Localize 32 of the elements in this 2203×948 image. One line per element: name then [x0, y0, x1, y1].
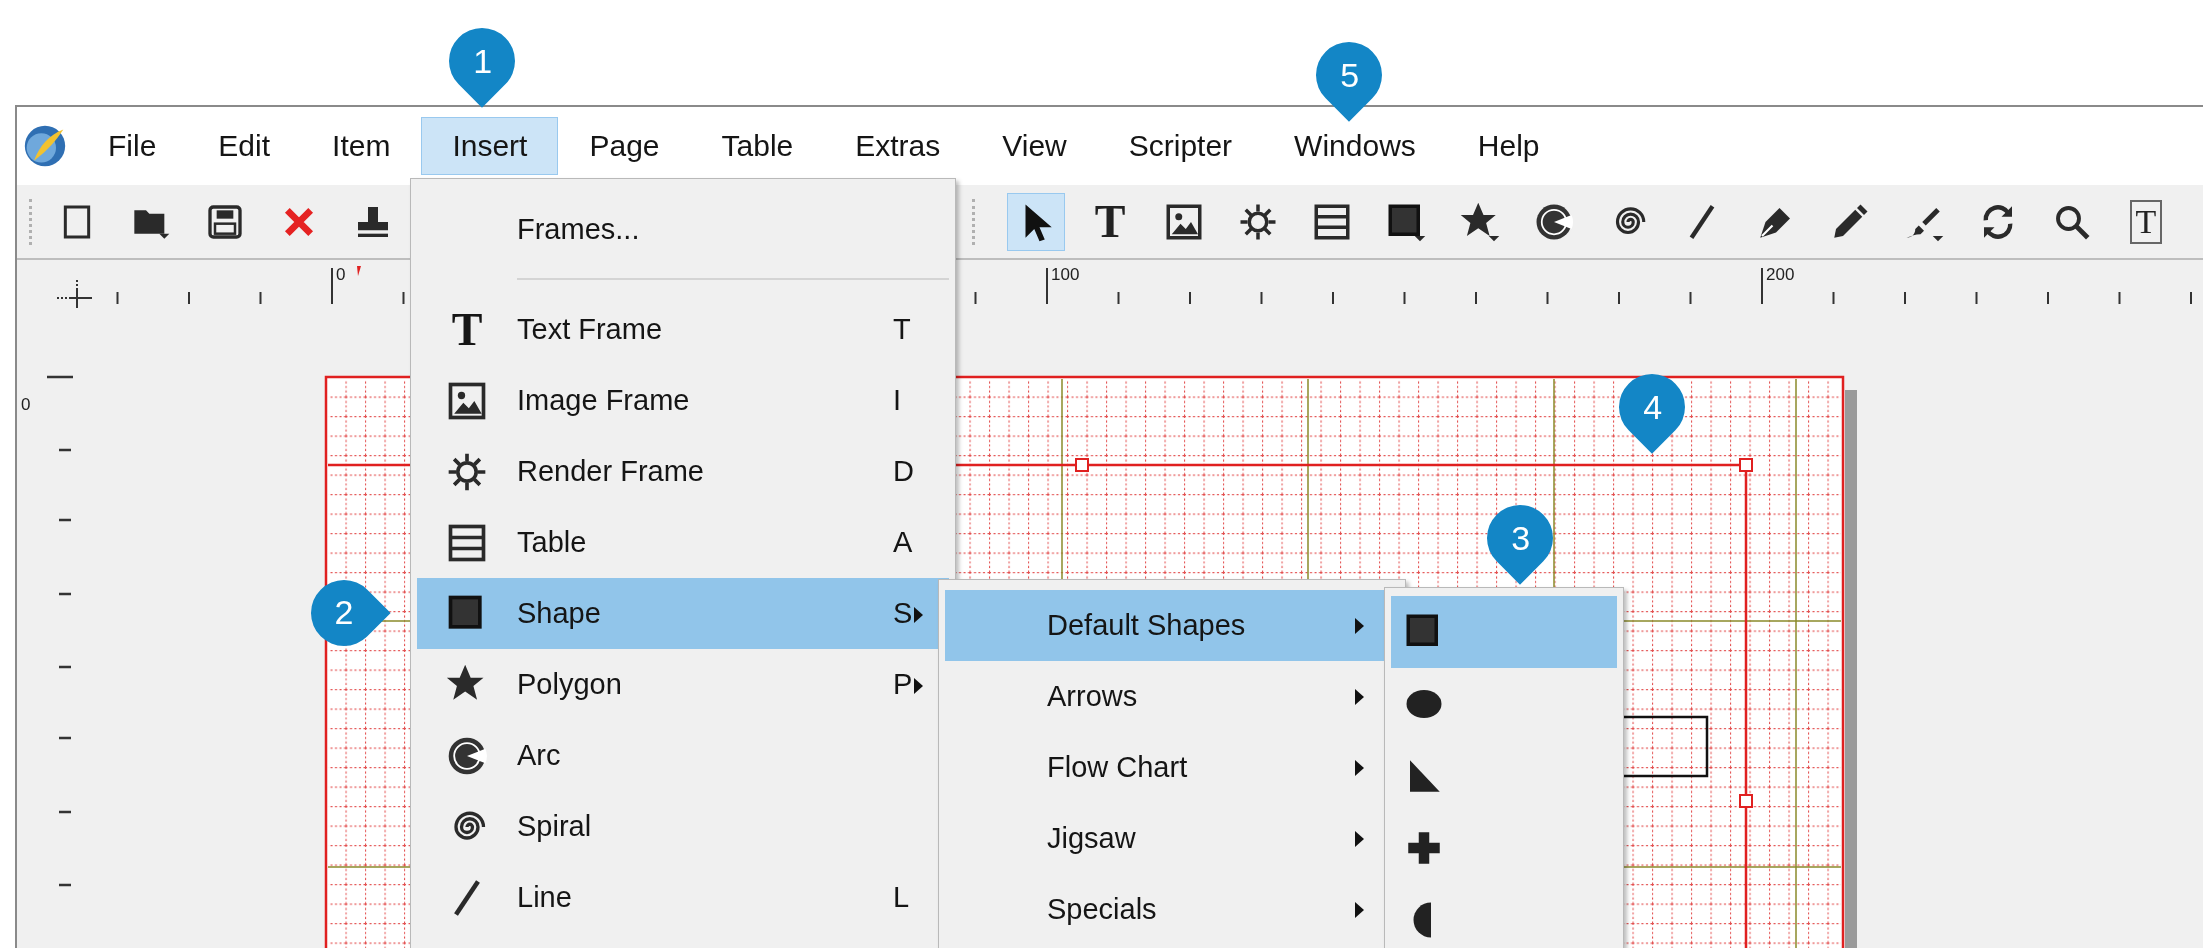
menu-item[interactable]: Scripter [1097, 117, 1264, 175]
menu-item[interactable]: Extras [824, 117, 972, 175]
tool-button[interactable] [1007, 192, 1065, 251]
tool-button[interactable]: T [1081, 192, 1139, 251]
text-frame-glyph: T [451, 303, 483, 356]
menu-item[interactable]: Shape S [417, 578, 949, 649]
ruler-label: 0 [21, 395, 31, 414]
star-icon [1459, 200, 1501, 243]
app-logo-icon [23, 124, 67, 168]
ruler-label: 200 [1766, 265, 1795, 284]
menu-item[interactable]: File [77, 117, 188, 175]
menu-item[interactable]: T Text Frame T [417, 294, 949, 365]
resize-handle[interactable] [1075, 458, 1089, 472]
resize-handle[interactable] [1739, 794, 1753, 808]
ruler-label: 0 [336, 265, 346, 284]
menu-item[interactable] [1391, 596, 1617, 668]
menu-item[interactable]: Item [301, 117, 422, 175]
menu-item[interactable]: Help [1446, 117, 1571, 175]
ruler-origin-icon [56, 279, 93, 309]
menu-item[interactable]: View [971, 117, 1098, 175]
resize-handle[interactable] [1739, 458, 1753, 472]
menu-item[interactable]: Render Frame D [417, 436, 949, 507]
menu-item[interactable]: Page [558, 117, 691, 175]
menu-item[interactable]: Edit [187, 117, 302, 175]
menu-item[interactable]: Table [690, 117, 825, 175]
ruler-label: 100 [1051, 265, 1080, 284]
menu-item[interactable]: Insert [421, 117, 559, 175]
tool-button[interactable]: T [2117, 192, 2175, 251]
menu-item[interactable]: Table A [417, 507, 949, 578]
menu-item[interactable]: Image Frame I [417, 365, 949, 436]
menu-item[interactable]: Frames... [417, 194, 949, 265]
ruler-marker [357, 266, 361, 276]
